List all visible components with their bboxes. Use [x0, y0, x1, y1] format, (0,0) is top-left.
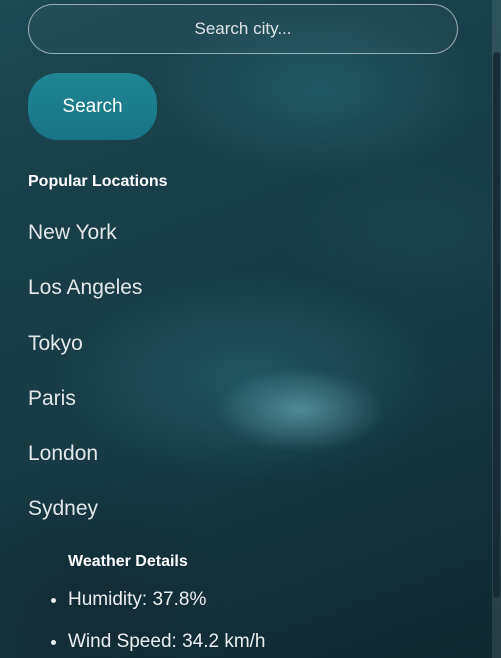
search-input[interactable]: [28, 4, 458, 54]
location-item-paris[interactable]: Paris: [28, 382, 142, 437]
location-item-sydney[interactable]: Sydney: [28, 492, 142, 547]
popular-locations-list: New York Los Angeles Tokyo Paris London …: [28, 216, 142, 548]
scrollbar-thumb[interactable]: [493, 52, 500, 598]
weather-details-heading: Weather Details: [68, 553, 188, 570]
popular-locations-heading: Popular Locations: [28, 173, 168, 190]
location-item-tokyo[interactable]: Tokyo: [28, 327, 142, 382]
search-button[interactable]: Search: [28, 73, 157, 140]
wind-speed-item: Wind Speed: 34.2 km/h: [68, 630, 266, 658]
humidity-item: Humidity: 37.8%: [68, 588, 266, 630]
scrollbar[interactable]: [492, 0, 501, 658]
weather-details-list: Humidity: 37.8% Wind Speed: 34.2 km/h: [68, 588, 266, 658]
location-item-los-angeles[interactable]: Los Angeles: [28, 271, 142, 326]
location-item-london[interactable]: London: [28, 437, 142, 492]
location-item-new-york[interactable]: New York: [28, 216, 142, 271]
